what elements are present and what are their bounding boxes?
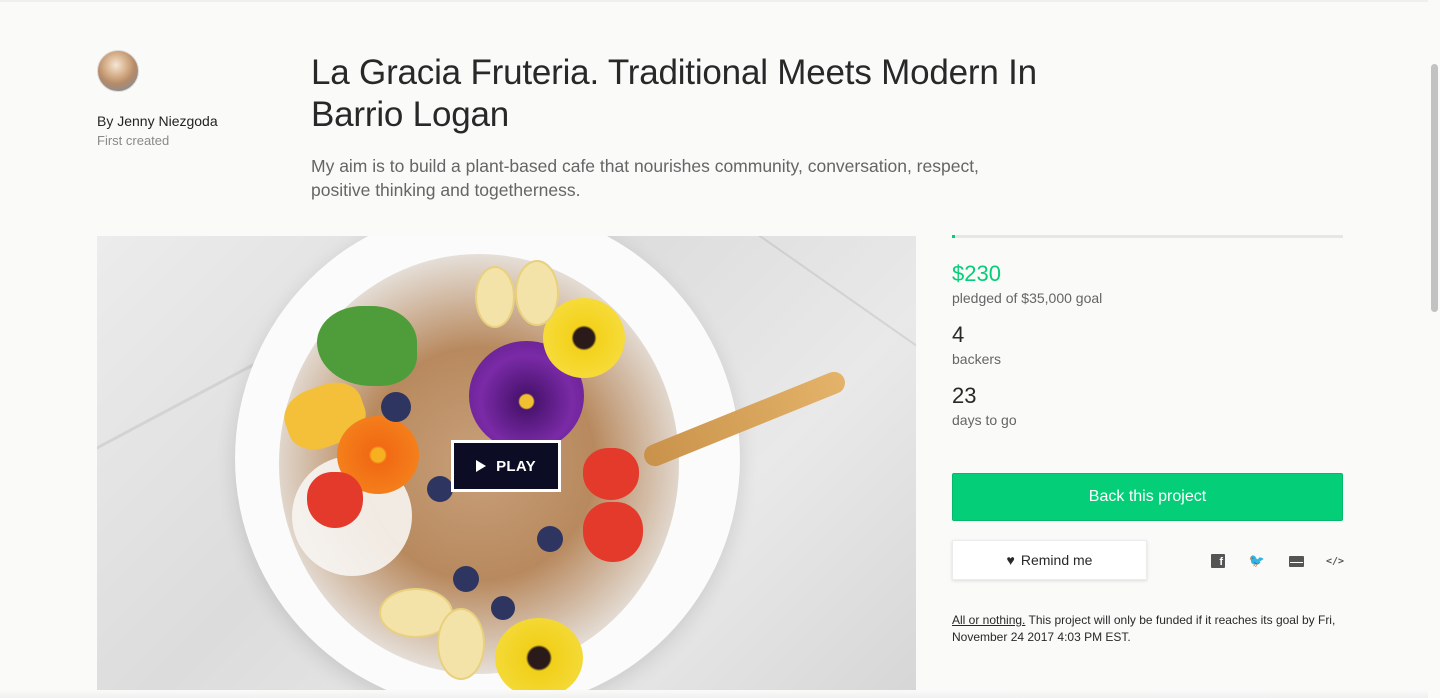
creator-info: By Jenny Niezgoda First created — [97, 50, 287, 148]
play-button[interactable]: PLAY — [451, 440, 561, 492]
funding-stats: $230 pledged of $35,000 goal 4 backers 2… — [952, 235, 1343, 428]
strawberry-image — [307, 472, 363, 528]
scrollbar-thumb[interactable] — [1431, 64, 1438, 312]
play-label: PLAY — [496, 457, 536, 475]
funding-progress-fill — [952, 235, 955, 238]
blueberry-image — [427, 476, 453, 502]
strawberry-image — [583, 502, 643, 562]
banana-slice-image — [437, 608, 485, 680]
banana-slice-image — [515, 260, 559, 326]
embed-button[interactable]: </> — [1326, 552, 1344, 570]
yellow-pansy-image — [495, 618, 583, 698]
creator-avatar[interactable] — [97, 50, 139, 92]
facebook-share-button[interactable]: f — [1209, 552, 1227, 570]
remind-me-label: Remind me — [1020, 552, 1093, 568]
backers-label: backers — [952, 351, 1002, 367]
top-border — [0, 0, 1440, 2]
pledged-goal-label: pledged of $35,000 goal — [952, 290, 1103, 306]
strawberry-image — [583, 448, 639, 500]
project-video[interactable]: PLAY — [97, 236, 916, 698]
all-or-nothing-link[interactable]: All or nothing. — [952, 613, 1025, 627]
funding-terms: All or nothing. This project will only b… — [952, 612, 1344, 646]
project-blurb: My aim is to build a plant-based cafe th… — [311, 156, 979, 200]
remind-me-button[interactable]: ♥ Remind me — [952, 540, 1147, 580]
funding-progress-bar — [952, 235, 1343, 238]
creator-name-link[interactable]: Jenny Niezgoda — [117, 113, 217, 129]
email-icon — [1288, 555, 1304, 567]
twitter-share-button[interactable]: 🐦 — [1248, 552, 1266, 570]
banana-slice-image — [475, 266, 515, 328]
by-prefix: By — [97, 113, 114, 129]
blueberry-image — [381, 392, 411, 422]
facebook-icon: f — [1211, 554, 1225, 568]
project-title: La Gracia Fruteria. Traditional Meets Mo… — [311, 53, 1037, 134]
blueberry-image — [537, 526, 563, 552]
days-to-go-label: days to go — [952, 412, 1017, 428]
backers-count: 4 — [952, 322, 965, 347]
days-to-go-count: 23 — [952, 383, 977, 408]
project-header: La Gracia Fruteria. Traditional Meets Mo… — [311, 52, 1051, 202]
blueberry-image — [491, 596, 515, 620]
creator-byline: By Jenny Niezgoda — [97, 113, 287, 129]
pledged-amount: $230 — [952, 261, 1001, 286]
play-icon — [476, 460, 487, 472]
heart-icon: ♥ — [1006, 552, 1015, 568]
first-created-label: First created — [97, 133, 170, 148]
email-share-button[interactable] — [1287, 552, 1305, 570]
back-project-button[interactable]: Back this project — [952, 473, 1343, 521]
page-bottom-edge — [0, 690, 1440, 698]
twitter-icon: 🐦 — [1248, 553, 1266, 568]
embed-icon: </> — [1325, 555, 1345, 567]
blueberry-image — [453, 566, 479, 592]
